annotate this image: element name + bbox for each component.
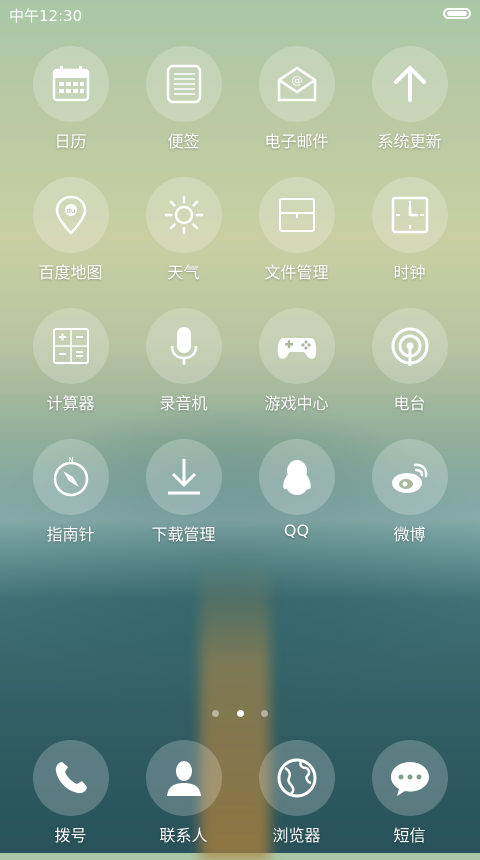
app-label: 短信 bbox=[393, 826, 426, 845]
dock-browser[interactable]: 浏览器 bbox=[240, 740, 353, 846]
page-dot[interactable] bbox=[212, 710, 220, 717]
download-icon bbox=[145, 439, 222, 515]
app-calculator[interactable]: 计算器 bbox=[14, 308, 127, 414]
clock-icon bbox=[371, 177, 448, 253]
svg-text:@: @ bbox=[291, 74, 302, 87]
app-baidu-map[interactable]: du 百度地图 bbox=[14, 177, 127, 283]
app-radio[interactable]: 电台 bbox=[353, 308, 466, 414]
app-label: 微博 bbox=[393, 525, 426, 544]
app-label: 浏览器 bbox=[272, 826, 321, 845]
app-label: 下载管理 bbox=[151, 525, 216, 544]
app-label: 百度地图 bbox=[38, 263, 103, 282]
radio-icon bbox=[371, 308, 448, 384]
calculator-icon bbox=[32, 308, 109, 384]
battery-icon bbox=[443, 8, 471, 19]
app-label: 时钟 bbox=[393, 263, 426, 282]
app-notes[interactable]: 便签 bbox=[127, 46, 240, 152]
app-label: 联系人 bbox=[159, 826, 208, 845]
app-download-manager[interactable]: 下载管理 bbox=[127, 439, 240, 545]
folder-icon bbox=[258, 177, 335, 253]
phone-icon bbox=[32, 740, 109, 816]
status-bar: 中午12:30 bbox=[0, 0, 480, 28]
app-label: 录音机 bbox=[159, 394, 208, 413]
app-game-center[interactable]: 游戏中心 bbox=[240, 308, 353, 414]
app-label: 拨号 bbox=[54, 826, 87, 845]
app-label: 游戏中心 bbox=[264, 394, 329, 413]
gamepad-icon bbox=[258, 308, 335, 384]
dock-dialer[interactable]: 拨号 bbox=[14, 740, 127, 846]
dock-messages[interactable]: 短信 bbox=[353, 740, 466, 846]
message-bubble-icon bbox=[371, 740, 448, 816]
app-weather[interactable]: 天气 bbox=[127, 177, 240, 283]
app-label: 电台 bbox=[393, 394, 426, 413]
app-label: 日历 bbox=[54, 132, 87, 151]
app-compass[interactable]: N 指南针 bbox=[14, 439, 127, 545]
page-dot[interactable] bbox=[260, 710, 268, 717]
contact-icon bbox=[145, 740, 222, 816]
baidu-map-pin-icon: du bbox=[32, 177, 109, 253]
app-label: QQ bbox=[283, 521, 310, 540]
app-email[interactable]: @ 电子邮件 bbox=[240, 46, 353, 152]
app-label: 电子邮件 bbox=[264, 132, 329, 151]
microphone-icon bbox=[145, 308, 222, 384]
email-icon: @ bbox=[258, 46, 335, 122]
notepad-icon bbox=[145, 46, 222, 122]
app-label: 便签 bbox=[167, 132, 200, 151]
weibo-icon bbox=[371, 439, 448, 515]
page-indicator[interactable] bbox=[0, 702, 480, 721]
qq-penguin-icon bbox=[258, 439, 335, 515]
svg-text:N: N bbox=[68, 456, 73, 464]
app-label: 计算器 bbox=[46, 394, 95, 413]
compass-icon: N bbox=[32, 439, 109, 515]
app-weibo[interactable]: 微博 bbox=[353, 439, 466, 545]
app-file-manager[interactable]: 文件管理 bbox=[240, 177, 353, 283]
app-clock[interactable]: 时钟 bbox=[353, 177, 466, 283]
app-label: 文件管理 bbox=[264, 263, 329, 282]
page-dot-active[interactable] bbox=[236, 710, 244, 717]
status-time: 中午12:30 bbox=[9, 7, 83, 25]
app-system-update[interactable]: 系统更新 bbox=[353, 46, 466, 152]
svg-text:du: du bbox=[66, 207, 75, 215]
globe-icon bbox=[258, 740, 335, 816]
app-label: 天气 bbox=[167, 263, 200, 282]
dock-contacts[interactable]: 联系人 bbox=[127, 740, 240, 846]
app-calendar[interactable]: 日历 bbox=[14, 46, 127, 152]
calendar-icon bbox=[32, 46, 109, 122]
app-recorder[interactable]: 录音机 bbox=[127, 308, 240, 414]
update-arrow-icon bbox=[371, 46, 448, 122]
sun-icon bbox=[145, 177, 222, 253]
app-qq[interactable]: QQ bbox=[240, 439, 353, 540]
app-label: 系统更新 bbox=[377, 132, 442, 151]
app-label: 指南针 bbox=[46, 525, 95, 544]
